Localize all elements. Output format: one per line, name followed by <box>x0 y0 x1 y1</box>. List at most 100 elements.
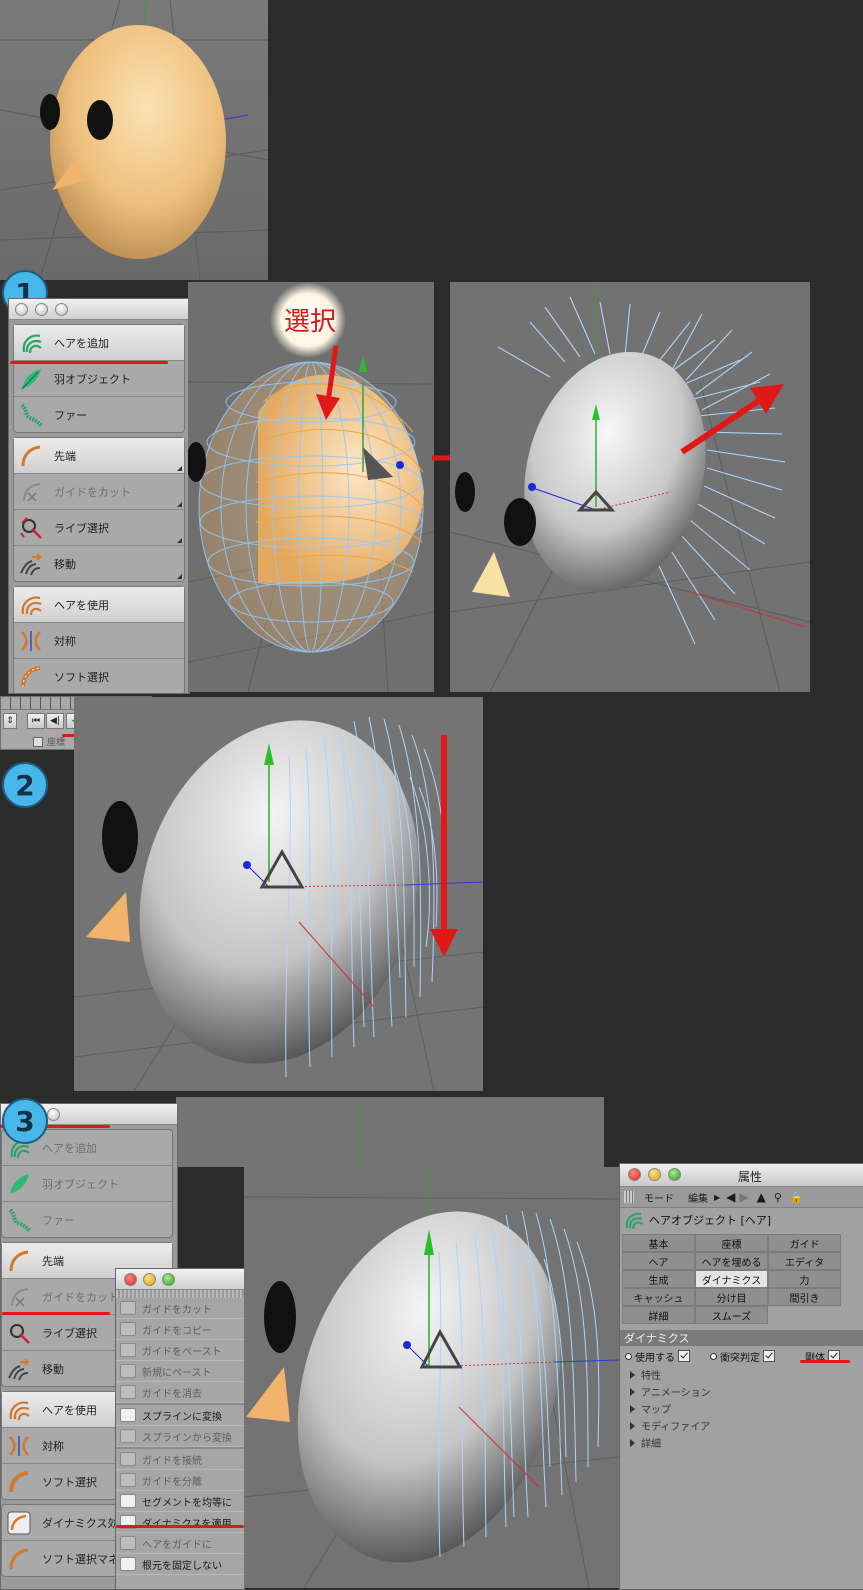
menu-item-paste-guides[interactable]: ガイドをペースト <box>116 1340 244 1361</box>
tool-group-create: ヘアを追加 羽オブジェクト ファー <box>13 324 185 433</box>
symmetry-icon <box>21 630 41 651</box>
tool-fur[interactable]: ファー <box>2 1202 172 1237</box>
viewport-dynamics-result[interactable] <box>244 1167 619 1588</box>
close-button[interactable] <box>15 303 28 316</box>
close-button[interactable] <box>124 1273 137 1286</box>
menu-item-unlock-roots[interactable]: 根元を固定しない <box>116 1554 244 1575</box>
subsection-modifiers[interactable]: モディファイア <box>620 1417 863 1434</box>
menu-item-copy-guides[interactable]: ガイドをコピー <box>116 1319 244 1340</box>
zoom-button[interactable] <box>47 1108 60 1121</box>
frame-stepper[interactable]: ⇕ <box>3 713 17 729</box>
tab-basic[interactable]: 基本 <box>622 1234 695 1252</box>
tab-editor[interactable]: エディタ <box>768 1252 841 1270</box>
subsection-properties[interactable]: 特性 <box>620 1366 863 1383</box>
tool-fur[interactable]: ファー <box>14 397 184 432</box>
spline-convert-icon <box>120 1408 136 1422</box>
tab-coordinates[interactable]: 座標 <box>695 1234 768 1252</box>
subsection-animation[interactable]: アニメーション <box>620 1383 863 1400</box>
tool-feather-object[interactable]: 羽オブジェクト <box>2 1166 172 1202</box>
tool-label: ライブ選択 <box>42 1326 97 1340</box>
close-button[interactable] <box>628 1168 641 1181</box>
option-collisions-checkbox[interactable] <box>763 1350 775 1362</box>
tool-symmetry[interactable]: 対称 <box>14 623 184 659</box>
option-collisions-label: 衝突判定 <box>720 1352 760 1364</box>
submenu-titlebar[interactable] <box>116 1269 244 1290</box>
attribute-titlebar[interactable]: 属性 <box>620 1164 863 1187</box>
zoom-button[interactable] <box>668 1168 681 1181</box>
tool-tip[interactable]: 先端 <box>14 438 184 474</box>
hair-object-icon <box>625 1212 644 1230</box>
feather-icon <box>21 368 41 389</box>
minimize-button[interactable] <box>35 303 48 316</box>
submenu-corner-icon <box>177 574 182 579</box>
tab-smoothing[interactable]: スムーズ <box>695 1306 768 1324</box>
viewport-select[interactable]: 選択 <box>188 282 434 692</box>
tool-label: 羽オブジェクト <box>42 1177 119 1191</box>
move-icon <box>8 1357 30 1380</box>
tool-label: ガイドをカット <box>42 1290 119 1304</box>
palette-titlebar[interactable] <box>9 299 189 320</box>
tab-fill[interactable]: ヘアを埋める <box>695 1252 768 1270</box>
tab-detail[interactable]: 詳細 <box>622 1306 695 1324</box>
tool-add-hair[interactable]: ヘアを追加 <box>14 325 184 361</box>
go-to-start-button[interactable]: ⏮ <box>27 713 45 729</box>
fur-icon <box>20 402 44 428</box>
menu-item-paste-new[interactable]: 新規にペースト <box>116 1361 244 1382</box>
tool-label: 先端 <box>42 1254 64 1268</box>
chick-eye-right <box>87 100 113 140</box>
attribute-tabs: 基本 座標 ガイド ヘア ヘアを埋める エディタ 生成 ダイナミクス 力 キャッ… <box>622 1234 863 1324</box>
lock-icon[interactable]: 🔒 <box>790 1191 804 1204</box>
tool-move[interactable]: 移動 <box>14 546 184 581</box>
menu-item-cut-guides[interactable]: ガイドをカット <box>116 1298 244 1319</box>
symmetry-icon <box>9 1435 29 1456</box>
tab-culling[interactable]: 間引き <box>768 1288 841 1306</box>
forward-icon[interactable]: ▶ <box>739 1190 748 1204</box>
menu-item-equalize-segments[interactable]: セグメントを均等に <box>116 1491 244 1512</box>
option-enable-checkbox[interactable] <box>678 1350 690 1362</box>
back-icon[interactable]: ◀ <box>726 1190 735 1204</box>
tool-soft-select[interactable]: ソフト選択 <box>14 659 184 693</box>
add-hair-icon <box>22 334 42 353</box>
tool-label: ファー <box>42 1213 75 1227</box>
menu-item-connect-guides[interactable]: ガイドを接続 <box>116 1447 244 1470</box>
search-icon[interactable]: ⚲ <box>774 1191 782 1204</box>
subsection-details[interactable]: 詳細 <box>620 1434 863 1451</box>
subsection-maps[interactable]: マップ <box>620 1400 863 1417</box>
menu-item-split-guides[interactable]: ガイドを分離 <box>116 1470 244 1491</box>
tool-use-hair[interactable]: ヘアを使用 <box>14 587 184 623</box>
zoom-button[interactable] <box>162 1273 175 1286</box>
tool-group-use: ヘアを使用 対称 ソフト選択 <box>13 586 185 693</box>
zoom-button[interactable] <box>55 303 68 316</box>
tool-live-select[interactable]: ライブ選択 <box>14 510 184 546</box>
tab-forces[interactable]: 力 <box>768 1270 841 1288</box>
menu-edit[interactable]: 編集 <box>688 1190 708 1205</box>
tip-icon <box>9 1250 29 1271</box>
tab-cache[interactable]: キャッシュ <box>622 1288 695 1306</box>
tab-guides[interactable]: ガイド <box>768 1234 841 1252</box>
coordinate-checkbox[interactable] <box>33 737 43 747</box>
minimize-button[interactable] <box>648 1168 661 1181</box>
viewport-hair-added[interactable] <box>450 282 810 692</box>
tab-hair[interactable]: ヘア <box>622 1252 695 1270</box>
tool-label: 移動 <box>54 557 76 571</box>
tab-generate[interactable]: 生成 <box>622 1270 695 1288</box>
viewport-dynamics-preview[interactable] <box>74 697 483 1091</box>
tool-feather-object[interactable]: 羽オブジェクト <box>14 361 184 397</box>
up-icon[interactable]: ▲ <box>757 1190 766 1204</box>
menu-item-hair-to-guides[interactable]: ヘアをガイドに <box>116 1533 244 1554</box>
tool-label: 対称 <box>54 634 76 648</box>
submenu-grip[interactable] <box>116 1290 244 1298</box>
previous-key-button[interactable]: ◀| <box>46 713 64 729</box>
menu-item-to-spline[interactable]: スプラインに変換 <box>116 1403 244 1426</box>
tab-parting[interactable]: 分け目 <box>695 1288 768 1306</box>
tool-cut-guides[interactable]: ガイドをカット <box>14 474 184 510</box>
tool-label: 移動 <box>42 1362 64 1376</box>
menu-item-delete-guides[interactable]: ガイドを消去 <box>116 1382 244 1403</box>
menu-item-apply-dynamics[interactable]: ダイナミクスを適用 <box>116 1512 244 1533</box>
viewport-top[interactable] <box>0 0 268 280</box>
menu-item-from-spline[interactable]: スプラインから変換 <box>116 1426 244 1447</box>
tool-label: 先端 <box>54 449 76 463</box>
tab-dynamics[interactable]: ダイナミクス <box>695 1270 768 1288</box>
minimize-button[interactable] <box>143 1273 156 1286</box>
menu-mode[interactable]: モード <box>644 1190 674 1205</box>
